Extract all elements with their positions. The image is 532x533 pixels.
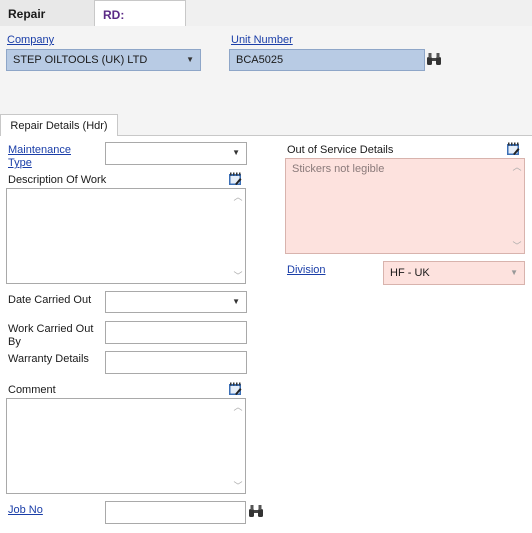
document-tab-strip: Repair Details RD: BCA5025 [0,0,532,50]
record-header: Company STEP OILTOOLS (UK) LTD ▼ Unit Nu… [0,26,532,112]
chevron-down-icon: ▼ [186,55,194,64]
unit-number-field[interactable]: BCA5025 [229,49,425,71]
work-carried-out-by-field[interactable] [105,321,247,344]
comment-label: Comment [8,384,56,396]
work-carried-out-by-label: Work Carried Out By [8,323,94,348]
scrollbar[interactable]: ︿ ﹀ [231,399,245,493]
out-of-service-value: Stickers not legible [292,163,385,175]
scroll-down-icon[interactable]: ﹀ [231,479,245,492]
maintenance-type-select[interactable]: ▼ [105,142,247,165]
scroll-down-icon[interactable]: ﹀ [510,239,524,252]
warranty-label: Warranty Details [8,353,89,365]
subtab-strip: Repair Details (Hdr) [0,112,532,136]
out-of-service-textarea[interactable]: Stickers not legible ︿ ﹀ [285,158,525,254]
tab-rd-record[interactable]: RD: BCA5025 [94,0,186,50]
description-textarea[interactable]: ︿ ﹀ [6,188,246,284]
company-link[interactable]: Company [7,34,54,47]
scrollbar[interactable]: ︿ ﹀ [510,159,524,253]
binoculars-icon[interactable] [426,52,442,66]
scrollbar[interactable]: ︿ ﹀ [231,189,245,283]
date-carried-out-label: Date Carried Out [8,294,92,306]
notepad-icon[interactable] [506,142,520,156]
tab-repair-details-hdr[interactable]: Repair Details (Hdr) [0,114,118,136]
tab-repair-details[interactable]: Repair Details [0,0,94,49]
notepad-icon[interactable] [228,382,242,396]
comment-textarea[interactable]: ︿ ﹀ [6,398,246,494]
chevron-down-icon: ▼ [232,148,240,157]
scroll-up-icon[interactable]: ︿ [510,160,524,173]
out-of-service-label: Out of Service Details [287,144,394,156]
job-no-field[interactable] [105,501,246,524]
maintenance-type-link[interactable]: Maintenance Type [8,144,88,170]
chevron-down-icon: ▼ [232,297,240,306]
division-value: HF - UK [390,267,430,279]
division-link[interactable]: Division [287,264,326,277]
notepad-icon[interactable] [228,172,242,186]
scroll-up-icon[interactable]: ︿ [231,190,245,203]
scroll-up-icon[interactable]: ︿ [231,400,245,413]
date-carried-out-select[interactable]: ▼ [105,291,247,313]
description-label: Description Of Work [8,174,107,186]
warranty-field[interactable] [105,351,247,374]
unit-number-value: BCA5025 [236,54,284,66]
division-select[interactable]: HF - UK ▼ [383,261,525,285]
unit-number-link[interactable]: Unit Number [231,34,293,47]
job-no-link[interactable]: Job No [8,504,43,517]
company-value: STEP OILTOOLS (UK) LTD [13,54,148,66]
company-select[interactable]: STEP OILTOOLS (UK) LTD ▼ [6,49,201,71]
chevron-down-icon: ▼ [510,268,518,277]
scroll-down-icon[interactable]: ﹀ [231,269,245,282]
binoculars-icon[interactable] [248,504,264,518]
